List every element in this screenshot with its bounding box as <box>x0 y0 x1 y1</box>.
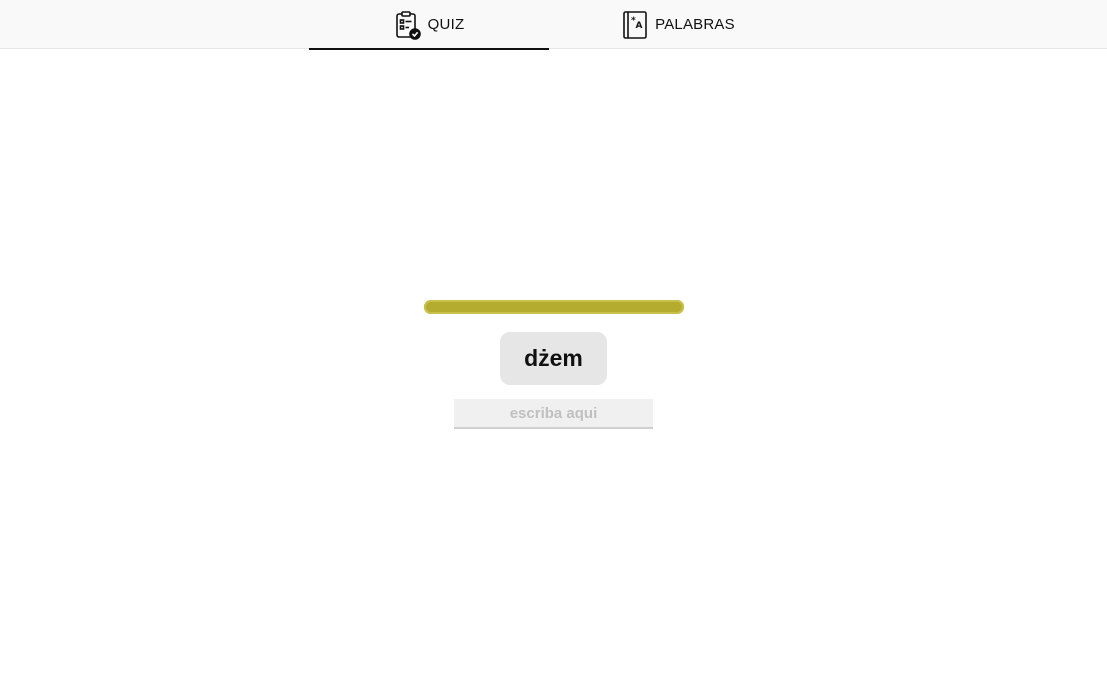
active-tab-indicator <box>309 48 549 50</box>
quiz-progress-bar <box>424 300 684 314</box>
answer-input[interactable] <box>454 399 653 429</box>
clipboard-check-icon <box>394 10 422 40</box>
quiz-progress-fill <box>424 300 684 314</box>
tab-quiz-label: QUIZ <box>427 16 465 33</box>
svg-text:A: A <box>636 21 643 31</box>
tab-palabras-label: PALABRAS <box>655 16 735 33</box>
quiz-word-card: dżem <box>500 332 607 385</box>
dictionary-book-icon: * A <box>621 10 649 40</box>
top-tab-bar: QUIZ * A PALABRAS <box>0 0 1107 50</box>
tab-palabras[interactable]: * A PALABRAS <box>558 0 798 49</box>
tab-quiz[interactable]: QUIZ <box>309 0 549 50</box>
